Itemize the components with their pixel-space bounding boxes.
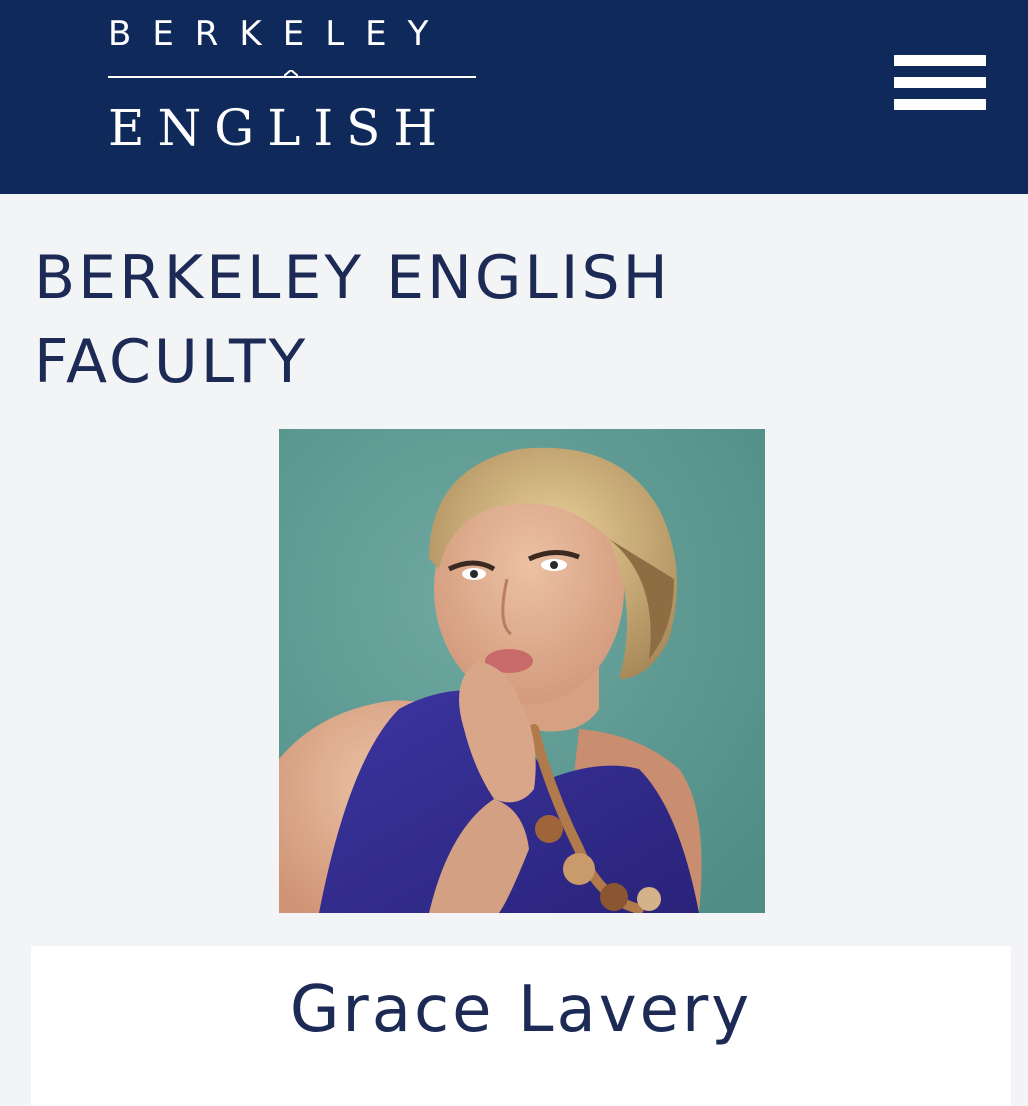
menu-bar-middle bbox=[894, 77, 986, 88]
faculty-name: Grace Lavery bbox=[289, 973, 753, 1047]
site-logo-link[interactable]: BERKELEY ENGLISH bbox=[108, 14, 478, 164]
menu-bar-top bbox=[894, 55, 986, 66]
logo-wordmark-bottom: ENGLISH bbox=[108, 99, 451, 157]
page-title: BERKELEY ENGLISH FACULTY bbox=[34, 243, 671, 397]
logo-wordmark-top: BERKELEY bbox=[108, 14, 450, 54]
faculty-name-card: Grace Lavery bbox=[31, 946, 1011, 1106]
book-spine-icon bbox=[284, 70, 298, 77]
menu-bar-bottom bbox=[894, 99, 986, 110]
hamburger-menu-button[interactable] bbox=[886, 48, 996, 122]
faculty-portrait-photo bbox=[279, 429, 765, 913]
site-header: BERKELEY ENGLISH bbox=[0, 0, 1028, 194]
